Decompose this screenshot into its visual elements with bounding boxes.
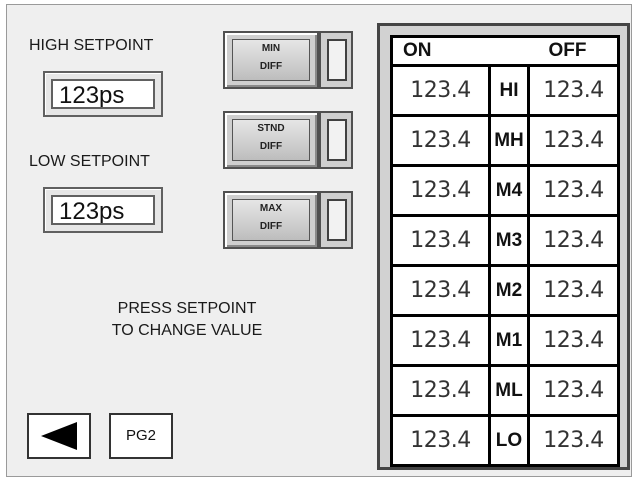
- table-row: 123.4 M3 123.4: [393, 217, 617, 267]
- max-diff-label: MAX DIFF: [232, 199, 310, 241]
- control-panel: HIGH SETPOINT 123ps LOW SETPOINT 123ps M…: [6, 4, 632, 477]
- instruction-line2: TO CHANGE VALUE: [111, 322, 263, 339]
- header-off: OFF: [548, 40, 587, 61]
- stnd-diff-line2: DIFF: [259, 141, 283, 152]
- stnd-diff-button[interactable]: STND DIFF: [223, 111, 319, 169]
- high-setpoint-button[interactable]: 123ps: [43, 71, 163, 117]
- stage-label: HI: [488, 67, 530, 114]
- on-value[interactable]: 123.4: [393, 417, 488, 464]
- off-value[interactable]: 123.4: [530, 67, 617, 114]
- table-row: 123.4 HI 123.4: [393, 67, 617, 117]
- off-value[interactable]: 123.4: [530, 117, 617, 164]
- on-value[interactable]: 123.4: [393, 267, 488, 314]
- table-row: 123.4 ML 123.4: [393, 367, 617, 417]
- min-diff-button[interactable]: MIN DIFF: [223, 31, 319, 89]
- max-diff-line2: DIFF: [259, 221, 283, 232]
- stnd-diff-control: STND DIFF: [223, 111, 353, 169]
- instruction-text: PRESS SETPOINT TO CHANGE VALUE: [67, 298, 307, 342]
- off-value[interactable]: 123.4: [530, 367, 617, 414]
- min-diff-line1: MIN: [261, 43, 281, 54]
- on-value[interactable]: 123.4: [393, 117, 488, 164]
- min-diff-line2: DIFF: [259, 61, 283, 72]
- stnd-diff-indicator: [319, 111, 353, 169]
- off-value[interactable]: 123.4: [530, 267, 617, 314]
- stage-table-frame: ON OFF 123.4 HI 123.4 123.4 MH 123.4 123…: [377, 23, 630, 470]
- off-value[interactable]: 123.4: [530, 167, 617, 214]
- on-value[interactable]: 123.4: [393, 317, 488, 364]
- high-setpoint-value: 123ps: [51, 79, 155, 109]
- low-setpoint-label: LOW SETPOINT: [29, 153, 150, 170]
- stage-label: M2: [488, 267, 530, 314]
- back-button[interactable]: [27, 413, 91, 459]
- instruction-line1: PRESS SETPOINT: [117, 300, 257, 317]
- min-diff-indicator: [319, 31, 353, 89]
- stage-label: ML: [488, 367, 530, 414]
- table-row: 123.4 LO 123.4: [393, 417, 617, 464]
- stage-label: M3: [488, 217, 530, 264]
- max-diff-indicator-lamp: [327, 199, 347, 241]
- low-setpoint-button[interactable]: 123ps: [43, 187, 163, 233]
- stnd-diff-indicator-lamp: [327, 119, 347, 161]
- min-diff-control: MIN DIFF: [223, 31, 353, 89]
- max-diff-line1: MAX: [259, 203, 283, 214]
- table-row: 123.4 M1 123.4: [393, 317, 617, 367]
- on-value[interactable]: 123.4: [393, 217, 488, 264]
- table-row: 123.4 M4 123.4: [393, 167, 617, 217]
- low-setpoint-value: 123ps: [51, 195, 155, 225]
- max-diff-control: MAX DIFF: [223, 191, 353, 249]
- high-setpoint-label: HIGH SETPOINT: [29, 37, 154, 54]
- max-diff-indicator: [319, 191, 353, 249]
- on-value[interactable]: 123.4: [393, 67, 488, 114]
- off-value[interactable]: 123.4: [530, 317, 617, 364]
- page-2-button[interactable]: PG2: [109, 413, 173, 459]
- stnd-diff-line1: STND: [257, 123, 285, 134]
- stage-label: M1: [488, 317, 530, 364]
- max-diff-button[interactable]: MAX DIFF: [223, 191, 319, 249]
- stage-label: M4: [488, 167, 530, 214]
- table-row: 123.4 M2 123.4: [393, 267, 617, 317]
- table-row: 123.4 MH 123.4: [393, 117, 617, 167]
- on-value[interactable]: 123.4: [393, 367, 488, 414]
- min-diff-label: MIN DIFF: [232, 39, 310, 81]
- table-header: ON OFF: [393, 38, 617, 67]
- stage-table: ON OFF 123.4 HI 123.4 123.4 MH 123.4 123…: [390, 35, 620, 467]
- stage-label: LO: [488, 417, 530, 464]
- left-triangle-icon: [41, 422, 77, 450]
- stage-label: MH: [488, 117, 530, 164]
- min-diff-indicator-lamp: [327, 39, 347, 81]
- stnd-diff-label: STND DIFF: [232, 119, 310, 161]
- off-value[interactable]: 123.4: [530, 417, 617, 464]
- off-value[interactable]: 123.4: [530, 217, 617, 264]
- header-on: ON: [403, 40, 432, 61]
- on-value[interactable]: 123.4: [393, 167, 488, 214]
